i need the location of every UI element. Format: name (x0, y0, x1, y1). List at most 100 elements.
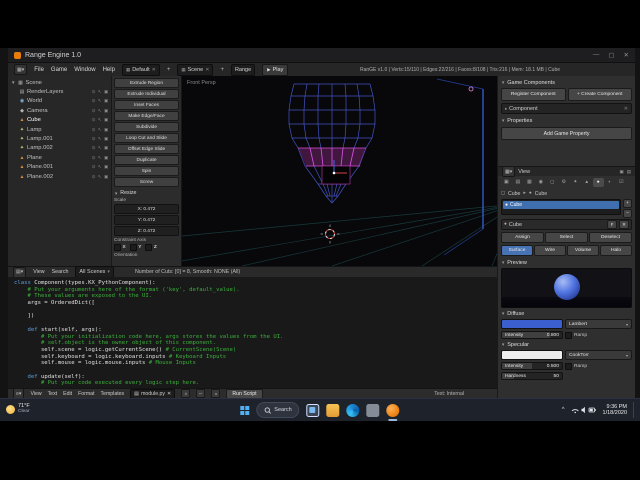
game-components-header[interactable]: ▼ Game Components (501, 78, 632, 87)
scene-close-icon[interactable]: ✕ (205, 67, 209, 73)
taskbar-clock[interactable]: 9:36 PM 1/18/2020 (603, 404, 627, 417)
deselect-button[interactable]: Deselect (589, 232, 632, 243)
assign-button[interactable]: Assign (501, 232, 544, 243)
visibility-eye-icon[interactable]: ⊙ (92, 108, 96, 114)
engine-selector[interactable]: Range (230, 63, 256, 76)
diffuse-color-swatch[interactable] (501, 319, 563, 329)
create-component-button[interactable]: + Create Component (567, 88, 632, 101)
layout-selector[interactable]: ▦ Default ✕ (121, 63, 160, 76)
visibility-eye-icon[interactable]: ⊙ (92, 145, 96, 151)
unlink-material-button[interactable]: ✕ (619, 220, 629, 229)
weather-widget[interactable]: 71°F Clear (6, 403, 30, 415)
editor-type-icon[interactable]: ▦▾ (502, 166, 516, 177)
properties-panel-header[interactable]: ▼ Properties (501, 116, 632, 125)
specular-hardness-slider[interactable]: Hardness 50 (501, 372, 563, 380)
specular-intensity-slider[interactable]: Intensity 0.500 (501, 362, 563, 370)
diffuse-ramp-checkbox[interactable]: Ramp (565, 331, 632, 339)
remove-slot-button[interactable]: − (623, 209, 632, 218)
outliner-item-lamp.002[interactable]: ✦ Lamp.002 ⊙ ↖ ▣ (8, 144, 111, 153)
pin-icon[interactable]: ▣ (619, 169, 623, 175)
tab-modifiers-icon[interactable]: ✦ (570, 178, 581, 187)
tab-render-icon[interactable]: ▣ (501, 178, 512, 187)
props-view-menu[interactable]: View (518, 169, 530, 175)
tool-duplicate[interactable]: Duplicate (114, 155, 179, 165)
outliner-item-scene-root[interactable]: ▼ ▦ Scene (8, 78, 111, 87)
tab-halo[interactable]: Halo (600, 245, 632, 256)
te-menu-templates[interactable]: Templates (101, 391, 125, 397)
selectability-arrow-icon[interactable]: ↖ (98, 155, 102, 161)
axis-z-toggle[interactable]: Z (145, 244, 157, 251)
close-button[interactable]: ✕ (624, 51, 629, 59)
tab-scene-icon[interactable]: ▦ (524, 178, 535, 187)
tool-spin[interactable]: Spin (114, 166, 179, 176)
specular-shader-dropdown[interactable]: CookTorr ▾ (565, 350, 632, 360)
fake-user-button[interactable]: F (607, 220, 617, 229)
te-menu-edit[interactable]: Edit (63, 391, 72, 397)
diffuse-shader-dropdown[interactable]: Lambert ▾ (565, 319, 632, 329)
code-area[interactable]: class Component(types.KX_PythonComponent… (14, 280, 497, 387)
outliner-item-lamp.001[interactable]: ✦ Lamp.001 ⊙ ↖ ▣ (8, 134, 111, 143)
start-button[interactable] (240, 405, 250, 415)
add-scene-button[interactable]: + (220, 67, 224, 73)
outliner-item-cube[interactable]: ▲ Cube ⊙ ↖ ▣ (8, 116, 111, 125)
menu-help[interactable]: Help (103, 67, 115, 73)
te-menu-text[interactable]: Text (48, 391, 58, 397)
text-datablock-selector[interactable]: ▤ module.py ✕ (130, 388, 176, 399)
run-script-button[interactable]: Run Script (226, 388, 263, 399)
renderability-camera-icon[interactable]: ▣ (104, 98, 108, 104)
visibility-eye-icon[interactable]: ⊙ (92, 164, 96, 170)
selectability-arrow-icon[interactable]: ↖ (98, 98, 102, 104)
tab-render-layers-icon[interactable]: ▤ (512, 178, 523, 187)
collapse-icon[interactable]: ▼ (11, 80, 15, 85)
visibility-eye-icon[interactable]: ⊙ (92, 98, 96, 104)
renderability-camera-icon[interactable]: ▣ (104, 117, 108, 123)
tool-extrude-individual[interactable]: Extrude Individual (114, 89, 179, 99)
outliner-item-camera[interactable]: ◆ Camera ⊙ ↖ ▣ (8, 106, 111, 115)
maximize-button[interactable]: ▢ (608, 51, 614, 59)
diffuse-intensity-slider[interactable]: Intensity 0.800 (501, 331, 563, 339)
scale-y-field[interactable]: Y: 0.472 (114, 215, 179, 225)
word-wrap-toggle[interactable]: ↩ (196, 389, 206, 398)
scale-z-field[interactable]: Z: 0.472 (114, 226, 179, 236)
selectability-arrow-icon[interactable]: ↖ (98, 108, 102, 114)
renderability-camera-icon[interactable]: ▣ (104, 89, 108, 95)
diffuse-panel-header[interactable]: ▼ Diffuse (501, 309, 632, 318)
selectability-arrow-icon[interactable]: ↖ (98, 89, 102, 95)
renderability-camera-icon[interactable]: ▣ (104, 136, 108, 142)
resize-panel-header[interactable]: ▼ Resize (114, 190, 179, 196)
selectability-arrow-icon[interactable]: ↖ (98, 164, 102, 170)
editor-type-icon[interactable]: ▤▾ (13, 266, 27, 278)
outliner-item-world[interactable]: ◉ World ⊙ ↖ ▣ (8, 97, 111, 106)
axis-y-toggle[interactable]: Y (129, 244, 141, 251)
outliner-search-menu[interactable]: Search (52, 269, 69, 275)
selectability-arrow-icon[interactable]: ↖ (98, 145, 102, 151)
specular-color-swatch[interactable] (501, 350, 563, 360)
tab-world-icon[interactable]: ◉ (535, 178, 546, 187)
menu-window[interactable]: Window (74, 67, 95, 73)
specular-ramp-checkbox[interactable]: Ramp (565, 362, 632, 370)
file-explorer-icon[interactable] (326, 403, 340, 417)
selectability-arrow-icon[interactable]: ↖ (98, 127, 102, 133)
scale-x-field[interactable]: X: 0.472 (114, 204, 179, 214)
te-menu-view[interactable]: View (30, 391, 41, 397)
tab-data-icon[interactable]: ▲ (581, 178, 592, 187)
register-component-button[interactable]: Register Component (501, 88, 566, 101)
add-game-property-button[interactable]: Add Game Property (501, 127, 632, 140)
material-slot-list[interactable]: ● Cube (501, 199, 621, 215)
tab-physics-icon[interactable]: ☑ (616, 178, 627, 187)
line-numbers-toggle[interactable]: # (181, 389, 191, 398)
axis-x-toggle[interactable]: X (114, 244, 126, 251)
tool-loop-cut-and-slide[interactable]: Loop Cut and Slide (114, 133, 179, 143)
select-button[interactable]: Select (545, 232, 588, 243)
scene-selector[interactable]: ▦ Scene ✕ (177, 63, 214, 76)
app-shortcut-icon[interactable] (366, 403, 380, 417)
selectability-arrow-icon[interactable]: ↖ (98, 117, 102, 123)
renderability-camera-icon[interactable]: ▣ (104, 164, 108, 170)
tool-subdivide[interactable]: Subdivide (114, 122, 179, 132)
remove-component-icon[interactable]: ✕ (624, 106, 628, 112)
syntax-highlight-toggle[interactable]: a (211, 389, 221, 398)
renderability-camera-icon[interactable]: ▣ (104, 145, 108, 151)
tool-screw[interactable]: Screw (114, 177, 179, 187)
preview-panel-header[interactable]: ▼ Preview (501, 258, 632, 267)
te-menu-format[interactable]: Format (78, 391, 94, 397)
